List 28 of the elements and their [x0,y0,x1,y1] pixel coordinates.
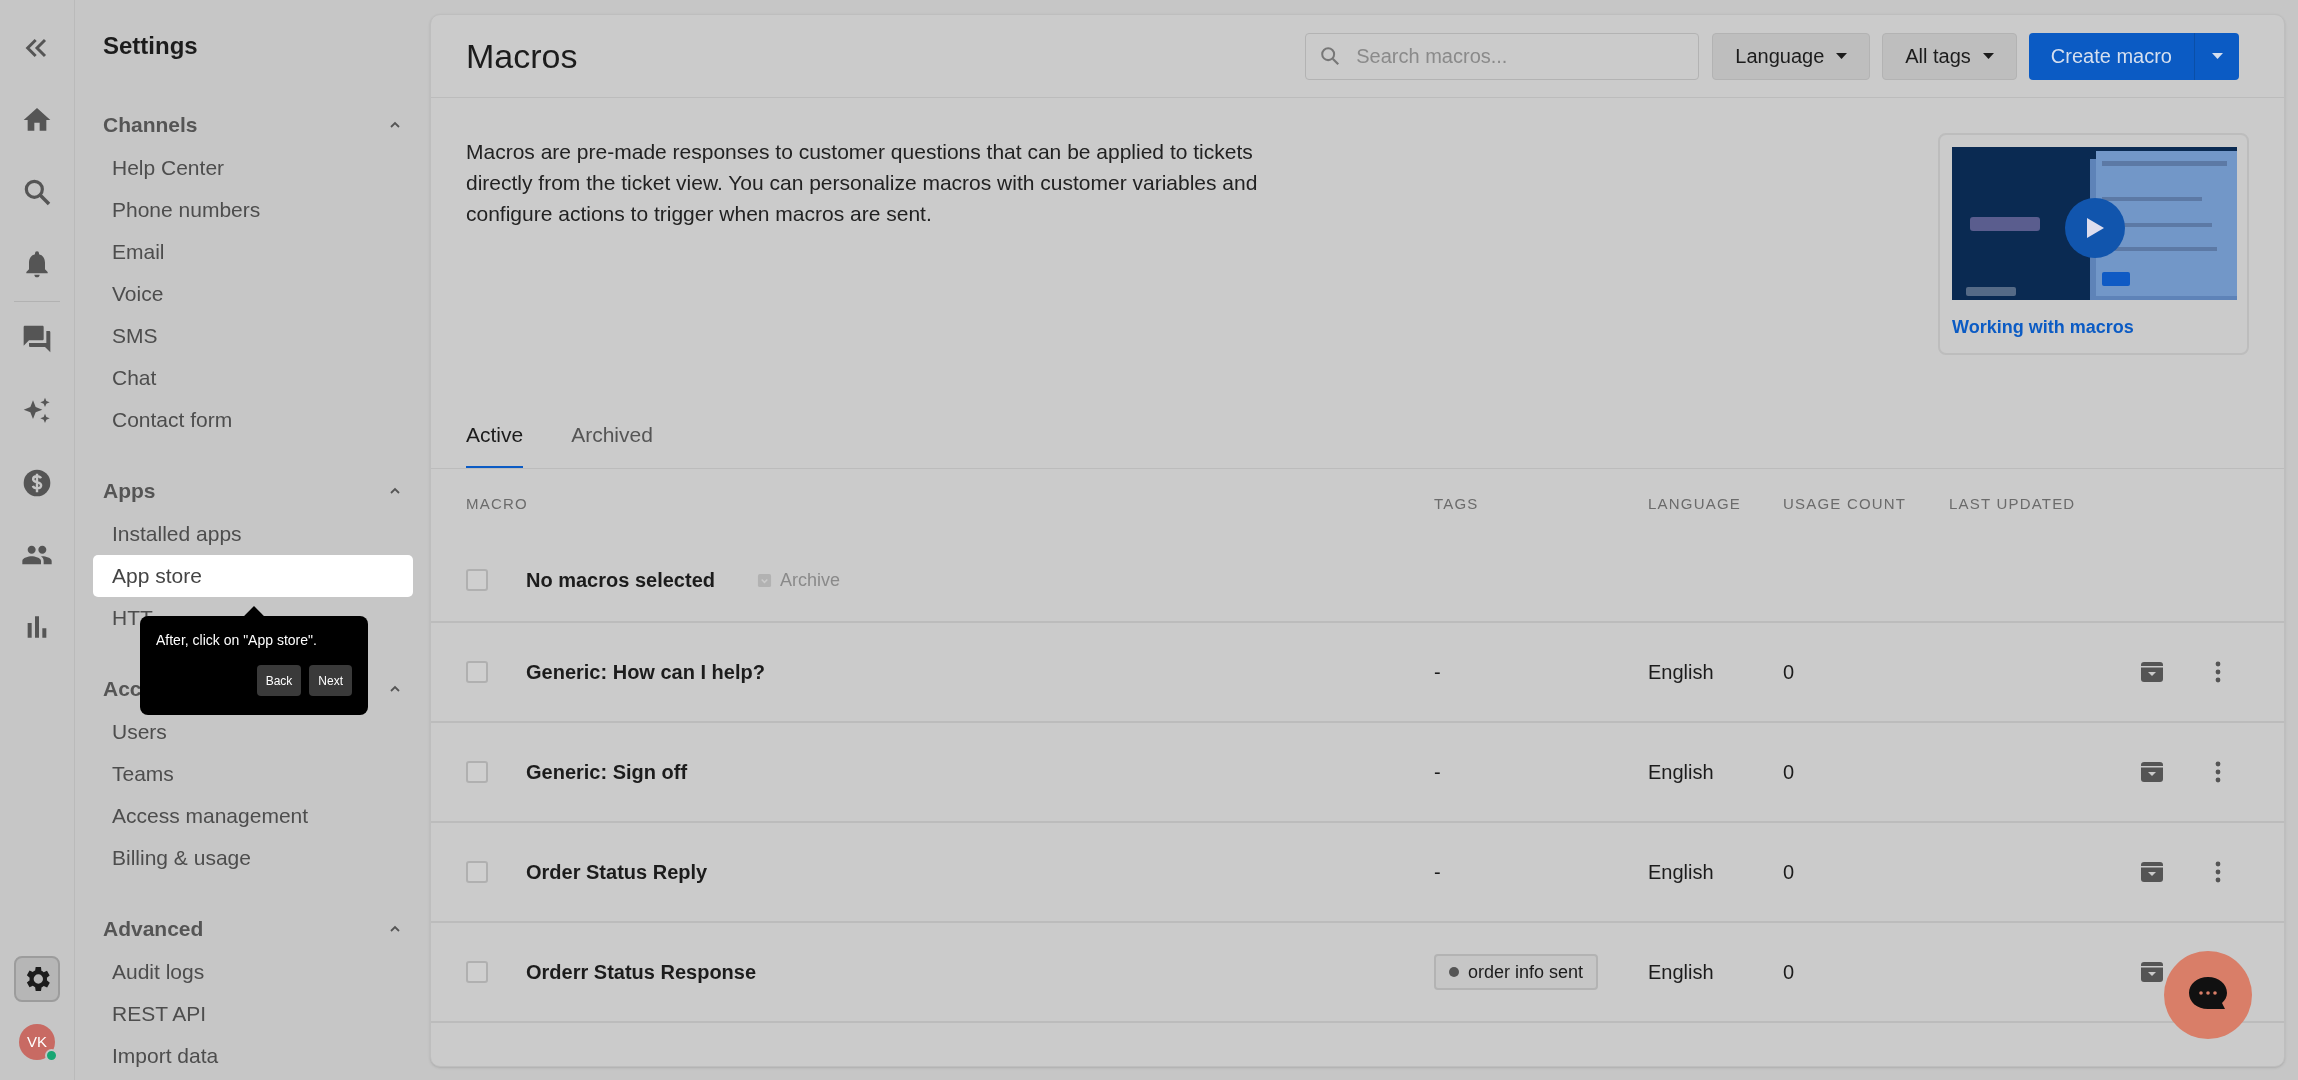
macro-name: Generic: How can I help? [526,660,765,685]
tooltip-text: After, click on "App store". [156,631,318,650]
table-cell-text: English [1648,960,1715,985]
sidebar-title: Settings [103,31,199,61]
table-cell-text: - [1434,760,1441,785]
description-text: Macros are pre-made responses to customer questions that can be applied to tickets directly from the ticket view. You can personalize macros with customer variables and configure actions to trigger when macros are sent. [466,139,1259,227]
column-header: USAGE COUNT [1783,493,1908,514]
column-header: MACRO [466,493,529,514]
table-cell-text: - [1434,860,1441,885]
page-title: Macros [466,35,579,77]
table-cell-text: 0 [1783,960,1796,985]
macro-name: Order Status Reply [526,860,708,885]
table-cell-text: English [1648,660,1715,685]
macro-name: Generic: Sign off [526,760,688,785]
table-cell-text: 0 [1783,860,1796,885]
table-cell-text: 0 [1783,760,1796,785]
selection-status-text: No macros selected [526,568,715,593]
table-cell-text: 0 [1783,660,1796,685]
column-header: LANGUAGE [1648,493,1742,514]
archive-button: Archive [757,566,840,594]
table-cell-text: English [1648,860,1715,885]
column-header: TAGS [1434,493,1480,514]
table-cell-text: English [1648,760,1715,785]
avatar-initials: VK [27,1031,47,1052]
table-cell-text: - [1434,660,1441,685]
column-header: LAST UPDATED [1949,493,2077,514]
macro-name: Orderr Status Response [526,960,757,985]
tag: order info sent [1434,954,1599,990]
